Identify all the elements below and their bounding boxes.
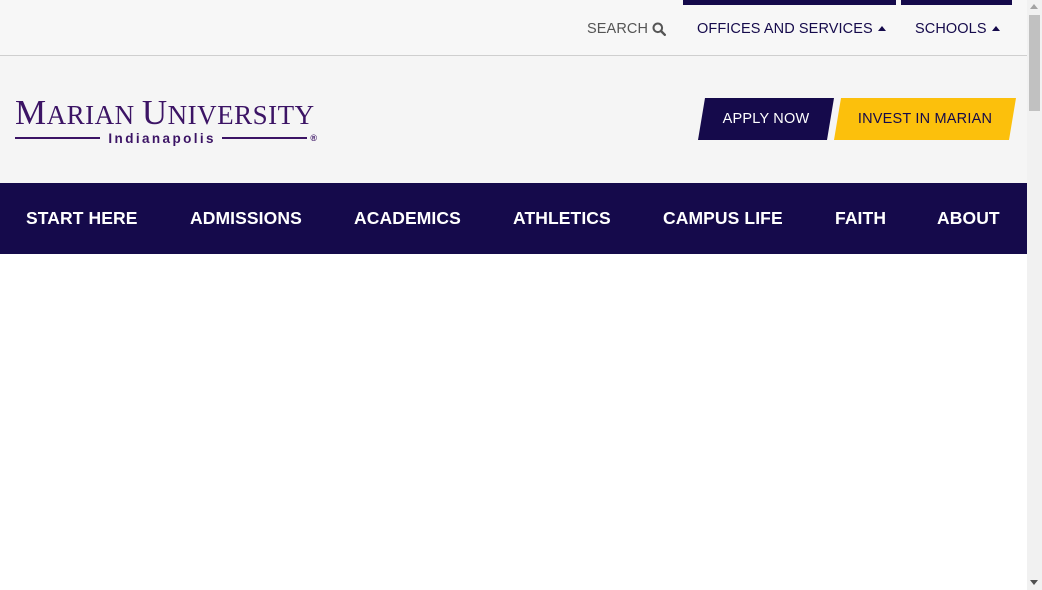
scroll-thumb[interactable] — [1029, 15, 1040, 111]
search-link[interactable]: SEARCH — [587, 21, 667, 37]
main-navigation: START HERE ADMISSIONS ACADEMICS ATHLETIC… — [0, 183, 1027, 254]
invest-in-marian-button[interactable]: INVEST IN MARIAN — [834, 98, 1016, 140]
logo-rule-right — [221, 137, 308, 139]
vertical-scrollbar[interactable] — [1027, 0, 1042, 590]
page: SEARCH OFFICES AND SERVICES SCHOOLS MARI… — [0, 0, 1027, 590]
search-icon — [652, 22, 667, 37]
nav-item-admissions[interactable]: ADMISSIONS — [190, 208, 302, 229]
caret-up-icon — [991, 26, 1000, 31]
nav-item-faith[interactable]: FAITH — [835, 208, 886, 229]
caret-up-icon — [877, 26, 886, 31]
nav-item-start-here[interactable]: START HERE — [26, 208, 138, 229]
nav-item-academics[interactable]: ACADEMICS — [354, 208, 461, 229]
logo-letter-u: U — [141, 93, 168, 132]
site-header: MARIAN UNIVERSITY Indianapolis ® APPLY N… — [0, 56, 1027, 183]
nav-item-campus-life[interactable]: CAMPUS LIFE — [663, 208, 783, 229]
logo-subtitle: Indianapolis — [108, 130, 216, 146]
logo-letter-m: M — [15, 93, 47, 132]
logo-rule-left — [15, 137, 101, 139]
registered-mark: ® — [310, 133, 318, 143]
apply-now-button[interactable]: APPLY NOW — [698, 98, 834, 140]
offices-label: OFFICES AND SERVICES — [697, 21, 873, 37]
logo-subtitle-row: Indianapolis ® — [15, 130, 317, 146]
scroll-down-arrow-icon[interactable] — [1030, 580, 1038, 585]
nav-item-about[interactable]: ABOUT — [937, 208, 1000, 229]
utility-bar: SEARCH OFFICES AND SERVICES SCHOOLS — [0, 0, 1027, 56]
marian-university-logo[interactable]: MARIAN UNIVERSITY Indianapolis ® — [15, 93, 317, 148]
schools-accent-bar — [901, 0, 1012, 5]
offices-and-services-dropdown[interactable]: OFFICES AND SERVICES — [697, 21, 886, 37]
nav-item-athletics[interactable]: ATHLETICS — [513, 208, 611, 229]
logo-wordmark: MARIAN UNIVERSITY — [15, 93, 317, 132]
search-label: SEARCH — [587, 21, 649, 37]
logo-word-niversity: NIVERSITY — [167, 100, 315, 130]
scroll-up-arrow-icon[interactable] — [1030, 4, 1038, 9]
offices-accent-bar — [683, 0, 896, 5]
logo-word-arian: ARIAN — [46, 100, 142, 130]
schools-label: SCHOOLS — [915, 21, 987, 37]
content-area — [0, 254, 1027, 590]
schools-dropdown[interactable]: SCHOOLS — [915, 21, 1000, 37]
